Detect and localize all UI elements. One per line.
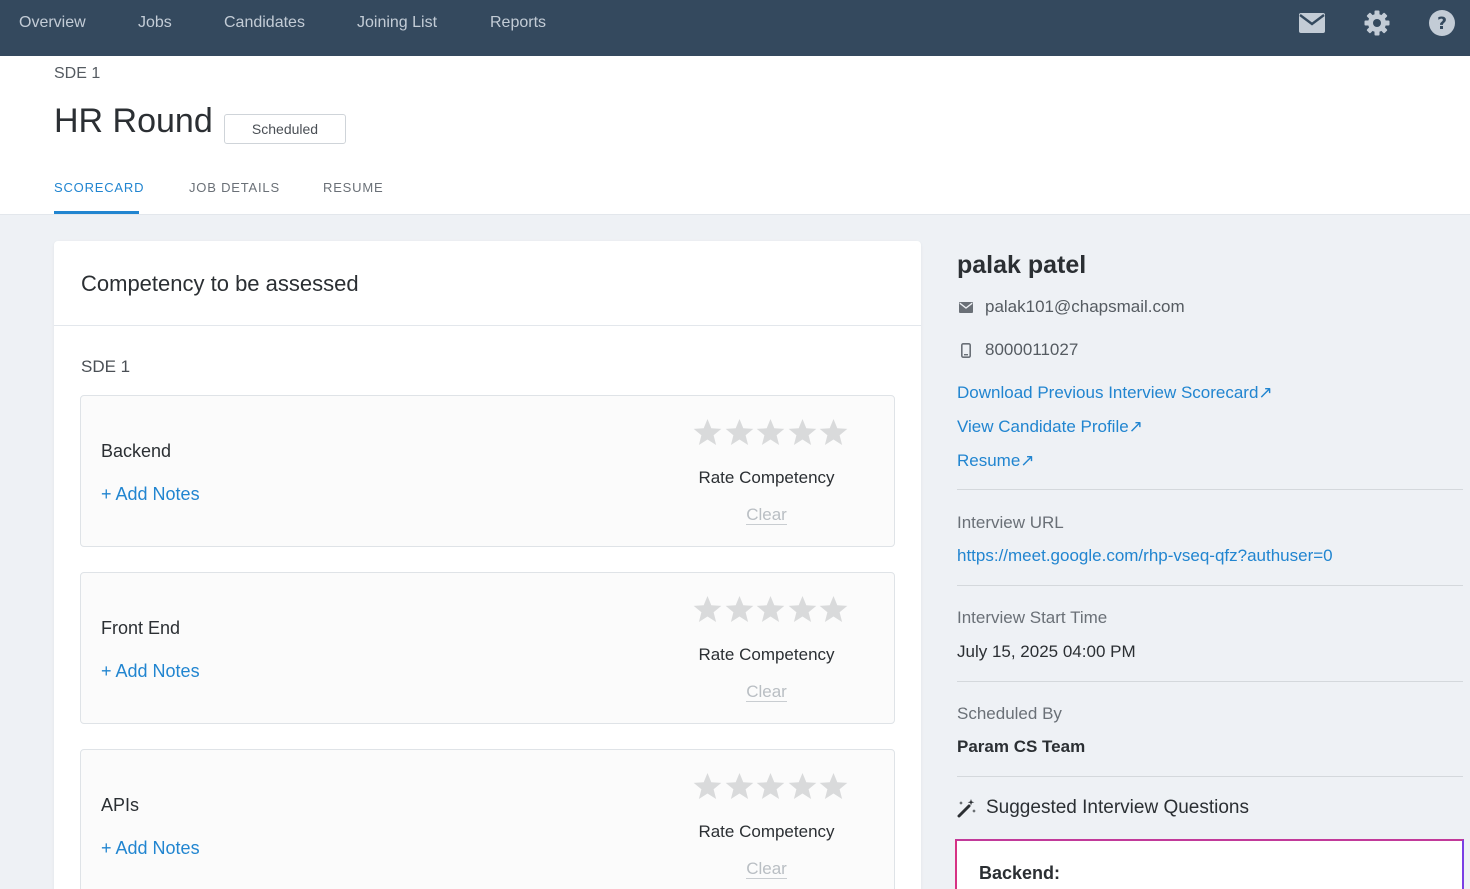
star-icon[interactable] xyxy=(756,595,785,624)
star-icon[interactable] xyxy=(819,772,848,801)
candidate-phone: 8000011027 xyxy=(985,340,1079,359)
competency-backend: Backend + Add Notes Rate Competency Clea… xyxy=(80,395,895,547)
rate-competency-label: Rate Competency xyxy=(698,645,835,664)
candidate-phone-row: 8000011027 xyxy=(957,340,1078,360)
candidate-email-row: palak101@chapsmail.com xyxy=(957,297,1185,317)
scorecard-card: Competency to be assessed SDE 1 Backend … xyxy=(54,241,921,889)
candidate-name: palak patel xyxy=(957,251,1087,279)
envelope-icon xyxy=(957,298,975,316)
competency-name: Front End xyxy=(101,618,181,638)
phone-icon xyxy=(957,341,975,359)
star-icon[interactable] xyxy=(756,418,785,447)
suggested-questions-box: Backend: xyxy=(955,839,1464,889)
help-icon[interactable]: ? xyxy=(1428,9,1456,37)
active-tab-indicator xyxy=(54,211,139,214)
clear-rating-button[interactable]: Clear xyxy=(663,505,870,525)
competency-front-end: Front End + Add Notes Rate Competency Cl… xyxy=(80,572,895,724)
section-label: SDE 1 xyxy=(81,357,131,376)
page-header: SDE 1 HR Round Scheduled SCORECARD JOB D… xyxy=(0,56,1470,215)
tab-resume[interactable]: RESUME xyxy=(323,180,383,195)
nav-candidates[interactable]: Candidates xyxy=(224,14,305,32)
star-icon[interactable] xyxy=(725,418,754,447)
interview-url-link[interactable]: https://meet.google.com/rhp-vseq-qfz?aut… xyxy=(957,546,1333,566)
star-rating xyxy=(693,772,848,804)
rate-competency-label: Rate Competency xyxy=(698,822,835,841)
competency-name: APIs xyxy=(101,795,140,815)
star-icon[interactable] xyxy=(693,772,722,801)
clear-label: Clear xyxy=(746,859,787,879)
suggested-questions-title: Suggested Interview Questions xyxy=(986,797,1249,818)
add-notes-button[interactable]: + Add Notes xyxy=(101,838,200,859)
resume-link[interactable]: Resume↗ xyxy=(957,451,1035,471)
nav-joining-list[interactable]: Joining List xyxy=(357,14,437,32)
scheduled-by-label: Scheduled By xyxy=(957,704,1062,723)
add-notes-button[interactable]: + Add Notes xyxy=(101,484,200,505)
star-icon[interactable] xyxy=(819,418,848,447)
suggested-questions-header: Suggested Interview Questions xyxy=(957,797,1249,819)
star-icon[interactable] xyxy=(725,595,754,624)
clear-label: Clear xyxy=(746,505,787,525)
card-title: Competency to be assessed xyxy=(81,271,359,296)
clear-rating-button[interactable]: Clear xyxy=(663,682,870,702)
view-profile-link[interactable]: View Candidate Profile↗ xyxy=(957,417,1143,437)
svg-text:?: ? xyxy=(1437,14,1447,34)
star-icon[interactable] xyxy=(819,595,848,624)
divider xyxy=(957,776,1463,777)
star-icon[interactable] xyxy=(788,772,817,801)
divider xyxy=(54,325,921,326)
tab-job-details[interactable]: JOB DETAILS xyxy=(189,180,280,195)
nav-overview[interactable]: Overview xyxy=(19,14,86,32)
status-badge: Scheduled xyxy=(224,114,346,144)
star-icon[interactable] xyxy=(693,418,722,447)
divider xyxy=(957,681,1463,682)
competency-name: Backend xyxy=(101,441,172,461)
nav-reports[interactable]: Reports xyxy=(490,14,546,32)
download-scorecard-link[interactable]: Download Previous Interview Scorecard↗ xyxy=(957,383,1273,403)
clear-label: Clear xyxy=(746,682,787,702)
breadcrumb[interactable]: SDE 1 xyxy=(54,65,100,83)
gear-icon[interactable] xyxy=(1363,9,1391,37)
star-icon[interactable] xyxy=(693,595,722,624)
rate-competency-label: Rate Competency xyxy=(698,468,835,487)
star-icon[interactable] xyxy=(788,418,817,447)
star-icon[interactable] xyxy=(725,772,754,801)
page-title: HR Round xyxy=(54,102,213,140)
scheduled-by-value: Param CS Team xyxy=(957,737,1086,756)
mail-icon[interactable] xyxy=(1298,9,1326,37)
questions-heading: Backend: xyxy=(979,863,1061,883)
tab-scorecard[interactable]: SCORECARD xyxy=(54,180,144,195)
star-icon[interactable] xyxy=(788,595,817,624)
star-rating xyxy=(693,418,848,450)
interview-url-label: Interview URL xyxy=(957,513,1064,532)
divider xyxy=(957,585,1463,586)
divider xyxy=(957,489,1463,490)
start-time-value: July 15, 2025 04:00 PM xyxy=(957,642,1136,661)
start-time-label: Interview Start Time xyxy=(957,608,1108,627)
top-navbar: Overview Jobs Candidates Joining List Re… xyxy=(0,0,1470,56)
star-icon[interactable] xyxy=(756,772,785,801)
competency-apis: APIs + Add Notes Rate Competency Clear xyxy=(80,749,895,889)
clear-rating-button[interactable]: Clear xyxy=(663,859,870,879)
add-notes-button[interactable]: + Add Notes xyxy=(101,661,200,682)
star-rating xyxy=(693,595,848,627)
magic-wand-icon xyxy=(957,798,977,818)
candidate-email: palak101@chapsmail.com xyxy=(985,297,1185,316)
nav-jobs[interactable]: Jobs xyxy=(138,14,172,32)
